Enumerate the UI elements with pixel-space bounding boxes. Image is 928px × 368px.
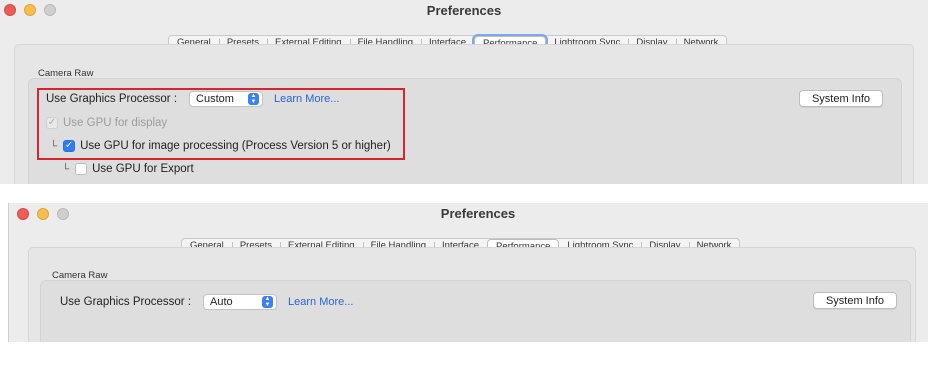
gpu-select-value: Custom (196, 93, 234, 105)
zoom-button[interactable] (44, 4, 56, 16)
gpu-label: Use Graphics Processor : (46, 93, 178, 105)
learn-more-link[interactable]: Learn More... (288, 296, 353, 308)
gpu-display-checkbox[interactable]: ✓ (46, 117, 58, 129)
gpu-display-row: ✓ Use GPU for display (46, 117, 167, 129)
system-info-button[interactable]: System Info (799, 90, 883, 107)
gpu-label: Use Graphics Processor : (60, 296, 192, 308)
gpu-display-label: Use GPU for display (63, 117, 168, 129)
window-controls (17, 208, 69, 220)
gpu-export-row: └ Use GPU for Export (62, 163, 194, 175)
gpu-processing-checkbox[interactable]: ✓ (63, 140, 76, 152)
chevron-updown-icon: ▲ ▼ (262, 296, 274, 308)
tree-connector-icon: └ (50, 140, 58, 152)
minimize-button[interactable] (37, 208, 49, 220)
gpu-export-checkbox[interactable] (75, 163, 88, 175)
tree-connector-icon: └ (62, 163, 70, 175)
gpu-processing-row: └ ✓ Use GPU for image processing (Proces… (50, 140, 391, 152)
camera-raw-group (40, 280, 911, 342)
system-info-button[interactable]: System Info (813, 292, 897, 309)
gpu-row: Use Graphics Processor : Custom ▲ ▼ Learn… (46, 91, 339, 107)
gpu-select[interactable]: Custom ▲ ▼ (189, 91, 264, 107)
gpu-export-label: Use GPU for Export (92, 163, 194, 175)
gpu-select[interactable]: Auto ▲ ▼ (203, 294, 278, 310)
chevron-updown-icon: ▲ ▼ (248, 93, 260, 105)
learn-more-link[interactable]: Learn More... (274, 93, 339, 105)
close-button[interactable] (17, 208, 29, 220)
preferences-window-auto: Preferences General Presets External Edi… (8, 203, 928, 342)
preferences-window-custom: Preferences General Presets External Edi… (0, 0, 928, 184)
window-controls (4, 4, 56, 16)
window-title: Preferences (426, 3, 502, 18)
gpu-processing-label: Use GPU for image processing (Process Ve… (80, 140, 391, 152)
window-title: Preferences (440, 206, 516, 221)
close-button[interactable] (4, 4, 16, 16)
zoom-button[interactable] (57, 208, 69, 220)
gpu-select-value: Auto (210, 296, 233, 308)
minimize-button[interactable] (24, 4, 36, 16)
gpu-row: Use Graphics Processor : Auto ▲ ▼ Learn M… (60, 294, 353, 310)
